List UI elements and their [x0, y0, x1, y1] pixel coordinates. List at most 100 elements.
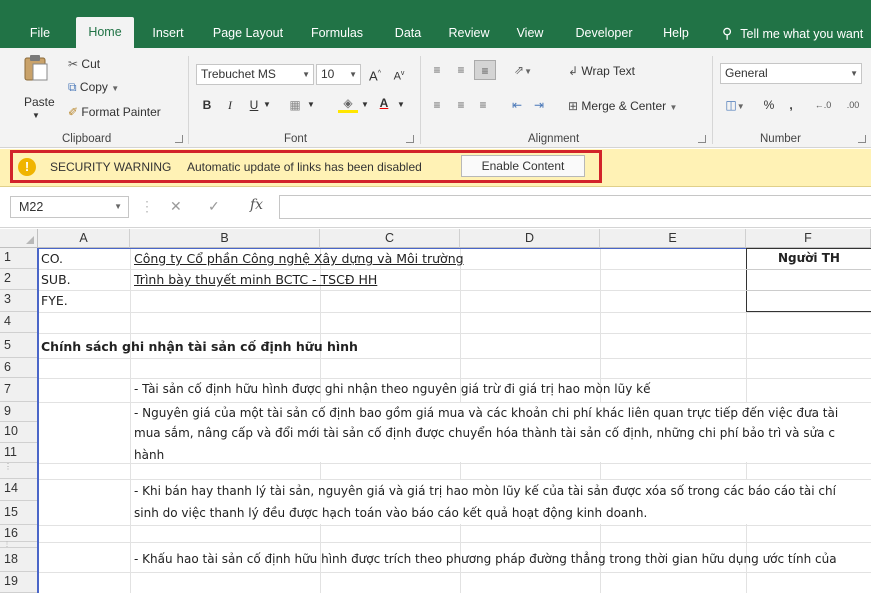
cancel-icon[interactable]: ✕ — [170, 198, 182, 215]
column-header-a[interactable]: A — [38, 229, 130, 248]
formula-input[interactable] — [279, 195, 871, 219]
cell-b9-line1[interactable]: - Nguyên giá của một tài sản cố định bao… — [134, 404, 838, 423]
borders-dropdown-icon[interactable]: ▼ — [306, 95, 316, 115]
cell-a1[interactable]: CO. — [41, 249, 63, 268]
row-header-7[interactable]: 7 — [0, 378, 38, 402]
insert-function-button[interactable]: fx — [250, 197, 263, 213]
shrink-font-button[interactable]: Av — [390, 64, 408, 84]
cell-b7[interactable]: - Tài sản cố định hữu hình được ghi nhận… — [134, 380, 650, 399]
column-header-e[interactable]: E — [600, 229, 746, 248]
borders-icon[interactable]: ▦ — [286, 95, 304, 115]
increase-decimal-icon[interactable]: ←.0 — [812, 95, 834, 115]
decrease-indent-icon[interactable]: ⇤ — [508, 95, 526, 115]
worksheet-grid[interactable]: A B C D E F 1 2 3 4 5 6 7 9 10 11 ⋮ 14 1… — [0, 229, 871, 593]
paste-button[interactable]: Paste — [24, 95, 55, 109]
tab-home[interactable]: Home — [76, 17, 134, 48]
tab-page-layout[interactable]: Page Layout — [206, 19, 290, 48]
number-launcher-icon[interactable] — [858, 135, 866, 143]
tab-view[interactable]: View — [510, 19, 550, 48]
font-launcher-icon[interactable] — [406, 135, 414, 143]
underline-button[interactable]: U — [246, 95, 262, 115]
row-header-9[interactable]: 9 — [0, 402, 38, 422]
cell-b18[interactable]: - Khấu hao tài sản cố định hữu hình được… — [134, 550, 837, 569]
enter-icon[interactable]: ✓ — [208, 198, 220, 215]
align-right-icon[interactable]: ≡ — [474, 95, 492, 115]
align-center-icon[interactable]: ≡ — [452, 95, 470, 115]
tab-formulas[interactable]: Formulas — [306, 19, 368, 48]
chevron-down-icon[interactable]: ▼ — [669, 103, 677, 112]
top-align-icon[interactable]: ≡ — [428, 60, 446, 80]
column-header-f[interactable]: F — [746, 229, 871, 248]
percent-button[interactable]: % — [762, 95, 776, 115]
cell-b2[interactable]: Trình bày thuyết minh BCTC - TSCĐ HH — [134, 270, 377, 289]
number-format-select[interactable]: General ▼ — [720, 63, 862, 84]
orientation-icon[interactable]: ⇗▼ — [510, 60, 536, 80]
paste-dropdown-icon[interactable]: ▼ — [32, 111, 40, 120]
row-header-19[interactable]: 19 — [0, 572, 38, 593]
select-all-button[interactable] — [0, 229, 38, 248]
wrap-text-button[interactable]: ↲ Wrap Text — [568, 64, 635, 78]
row-header-14[interactable]: 14 — [0, 479, 38, 501]
tab-help[interactable]: Help — [656, 19, 696, 48]
font-size-select[interactable]: 10 ▼ — [316, 64, 361, 85]
cell-a5[interactable]: Chính sách ghi nhận tài sản cố định hữu … — [41, 337, 358, 356]
row-header-3[interactable]: 3 — [0, 290, 38, 312]
cell-b1[interactable]: Công ty Cổ phần Công nghệ Xây dựng và Mô… — [134, 249, 464, 268]
tab-review[interactable]: Review — [442, 19, 496, 48]
row-header-18[interactable]: 18 — [0, 548, 38, 572]
ribbon-tab-bar: File Home Insert Page Layout Formulas Da… — [0, 0, 871, 48]
bottom-align-icon[interactable]: ≡ — [474, 60, 496, 80]
lightbulb-icon: ⚲ — [722, 25, 733, 41]
column-header-c[interactable]: C — [320, 229, 460, 248]
fill-dropdown-icon[interactable]: ▼ — [360, 95, 370, 115]
increase-indent-icon[interactable]: ⇥ — [530, 95, 548, 115]
merge-center-button[interactable]: ⊞ Merge & Center ▼ — [568, 99, 677, 113]
comma-button[interactable]: , — [786, 95, 796, 115]
name-box[interactable]: M22 ▼ — [10, 196, 129, 218]
fill-color-icon[interactable]: ◈ — [338, 93, 358, 113]
row-header-5[interactable]: 5 — [0, 333, 38, 358]
cell-a3[interactable]: FYE. — [41, 291, 68, 310]
row-header-4[interactable]: 4 — [0, 312, 38, 333]
enable-content-button[interactable]: Enable Content — [461, 155, 585, 177]
row-header-2[interactable]: 2 — [0, 269, 38, 290]
italic-button[interactable]: I — [222, 95, 238, 115]
copy-button[interactable]: ⧉ Copy ▼ — [68, 80, 119, 95]
cut-button[interactable]: ✂ Cut — [68, 57, 100, 71]
row-header-11[interactable]: 11 — [0, 443, 38, 463]
row-header-1[interactable]: 1 — [0, 248, 38, 269]
font-name-select[interactable]: Trebuchet MS ▼ — [196, 64, 314, 85]
clipboard-launcher-icon[interactable] — [175, 135, 183, 143]
row-header-15[interactable]: 15 — [0, 501, 38, 525]
bold-button[interactable]: B — [198, 95, 216, 115]
cell-f1[interactable]: Người TH — [778, 249, 840, 268]
row-header-10[interactable]: 10 — [0, 422, 38, 443]
cell-b9-line2[interactable]: mua sắm, nâng cấp và đổi mới tài sản cố … — [134, 424, 835, 443]
cell-b9-line3[interactable]: hành — [134, 446, 164, 460]
hidden-rows-marker[interactable]: ⋮ — [0, 463, 38, 479]
font-color-dropdown-icon[interactable]: ▼ — [396, 95, 406, 115]
format-painter-button[interactable]: ✐ Format Painter — [68, 105, 161, 119]
align-left-icon[interactable]: ≡ — [428, 95, 446, 115]
decrease-decimal-icon[interactable]: .00 — [842, 95, 864, 115]
security-warning-message: Automatic update of links has been disab… — [187, 160, 422, 174]
row-header-6[interactable]: 6 — [0, 358, 38, 378]
tab-insert[interactable]: Insert — [146, 19, 190, 48]
column-header-d[interactable]: D — [460, 229, 600, 248]
cell-b14-line1[interactable]: - Khi bán hay thanh lý tài sản, nguyên g… — [134, 482, 836, 501]
tab-file[interactable]: File — [18, 19, 62, 48]
middle-align-icon[interactable]: ≡ — [452, 60, 470, 80]
copy-dropdown-icon[interactable]: ▼ — [111, 84, 119, 93]
font-color-icon[interactable]: A — [374, 93, 394, 113]
row-header-16[interactable]: 16 — [0, 525, 38, 542]
grow-font-button[interactable]: A^ — [366, 64, 384, 84]
underline-dropdown-icon[interactable]: ▼ — [262, 95, 272, 115]
cell-a2[interactable]: SUB. — [41, 270, 71, 289]
cell-b14-line2[interactable]: sinh do việc thanh lý đều được hạch toán… — [134, 504, 647, 523]
tab-data[interactable]: Data — [388, 19, 428, 48]
accounting-format-icon[interactable]: ◫▼ — [722, 95, 748, 115]
column-header-b[interactable]: B — [130, 229, 320, 248]
alignment-launcher-icon[interactable] — [698, 135, 706, 143]
tab-developer[interactable]: Developer — [566, 19, 642, 48]
tell-me-search[interactable]: ⚲ Tell me what you want — [722, 19, 863, 48]
